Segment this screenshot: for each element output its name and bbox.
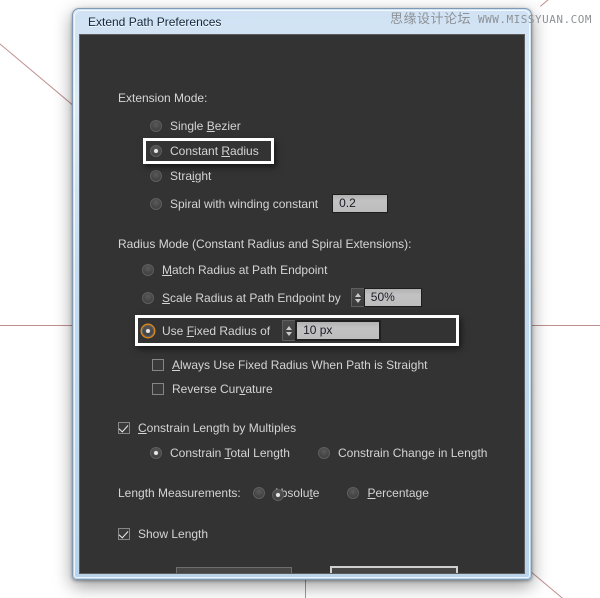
spinner-down-arrow-icon[interactable] [286,331,293,336]
radio-row-constant-radius[interactable]: Constant Radius [150,144,259,158]
radio-row-use-fixed-radius[interactable]: Use Fixed Radius of 10 px [142,320,382,341]
checkbox-row-always-use-fixed-radius[interactable]: Always Use Fixed Radius When Path is Str… [152,358,427,372]
radio-label-use-fixed-radius: Use Fixed Radius of [162,323,271,338]
radio-label-constant-radius: Constant Radius [170,144,259,158]
checkbox-reverse-curvature-icon[interactable] [152,383,164,395]
radio-row-spiral-winding-constant[interactable]: Spiral with winding constant 0.2 [150,194,389,213]
checkbox-label-reverse-curvature: Reverse Curvature [172,382,273,396]
radio-row-constrain-change-in-length[interactable]: Constrain Change in Length [318,446,487,460]
radio-label-match-radius: Match Radius at Path Endpoint [162,263,328,277]
radio-use-fixed-radius-icon[interactable] [142,324,154,337]
radio-match-radius-icon[interactable] [142,264,154,276]
radio-label-spiral-winding-constant: Spiral with winding constant [170,196,319,211]
radio-label-scale-radius: Scale Radius at Path Endpoint by [162,290,341,305]
checkbox-row-show-length[interactable]: Show Length [118,527,208,541]
radio-row-constrain-total-length[interactable]: Constrain Total Length [150,446,290,460]
scale-radius-input[interactable]: 50% [363,288,422,307]
extension-mode-group-label: Extension Mode: [118,91,208,105]
cancel-button-label: Cancel [215,572,252,573]
diagonal-guide-line-top-right [540,0,600,7]
window-title: Extend Path Preferences [88,14,222,29]
radius-mode-group-label: Radius Mode (Constant Radius and Spiral … [118,237,412,251]
length-measurements-label: Length Measurements: [118,486,241,500]
spinner-up-arrow-icon[interactable] [286,325,293,330]
radio-row-scale-radius[interactable]: Scale Radius at Path Endpoint by 50% [142,288,422,307]
spinner-down-arrow-icon[interactable] [354,298,361,303]
radio-single-bezier-icon[interactable] [150,120,162,132]
radio-constant-radius-icon[interactable] [150,145,162,157]
fixed-radius-input[interactable]: 10 px [295,320,382,341]
watermark-url-text: WWW.MISSYUAN.COM [478,13,592,26]
checkbox-label-constrain-length-by-multiples: Constrain Length by Multiples [138,421,297,435]
diagonal-guide-line-bottom-right [531,572,600,598]
radio-row-match-radius[interactable]: Match Radius at Path Endpoint [142,263,327,277]
checkbox-row-reverse-curvature[interactable]: Reverse Curvature [152,382,273,396]
extend-path-preferences-window: Extend Path Preferences Extension Mode: … [72,8,532,580]
radio-constrain-total-length-icon[interactable] [150,447,162,459]
radio-label-percentage: Percentage [367,486,429,500]
cancel-button[interactable]: Cancel [176,567,292,573]
radio-label-single-bezier: Single Bezier [170,119,241,133]
fixed-radius-spinner-buttons[interactable] [282,320,296,341]
forum-watermark: 思缘设计论坛 WWW.MISSYUAN.COM [390,8,592,27]
radio-absolute-icon[interactable] [252,487,265,499]
fixed-radius-spinner-group[interactable]: 10 px [282,320,382,341]
radio-percentage-icon[interactable] [347,487,360,499]
radio-label-constrain-change-in-length: Constrain Change in Length [338,446,488,460]
ok-button-label: OK [385,571,402,573]
checkbox-always-use-fixed-radius-icon[interactable] [152,359,164,371]
scale-radius-spinner-buttons[interactable] [350,288,364,307]
checkbox-show-length-icon[interactable] [118,528,130,540]
radio-constrain-change-in-length-icon[interactable] [318,447,330,459]
radio-row-single-bezier[interactable]: Single Bezier [150,119,241,133]
radio-straight-icon[interactable] [150,170,162,182]
ok-button[interactable]: OK [330,566,458,573]
radio-spiral-winding-constant-icon[interactable] [150,197,162,210]
spiral-winding-constant-input[interactable]: 0.2 [332,194,389,213]
radio-absolute-selected-dot[interactable] [272,489,284,501]
dialog-body: Extension Mode: Single Bezier Constant R… [79,34,525,574]
checkbox-constrain-length-by-multiples-icon[interactable] [118,422,130,434]
radio-scale-radius-icon[interactable] [142,291,154,304]
checkbox-row-constrain-length-by-multiples[interactable]: Constrain Length by Multiples [118,421,296,435]
scale-radius-spinner-group[interactable]: 50% [350,288,422,307]
radio-row-straight[interactable]: Straight [150,169,211,183]
radio-label-straight: Straight [170,169,212,183]
checkbox-label-always-use-fixed-radius: Always Use Fixed Radius When Path is Str… [172,358,428,372]
radio-label-constrain-total-length: Constrain Total Length [170,446,290,460]
spinner-up-arrow-icon[interactable] [354,292,361,297]
watermark-chinese-text: 思缘设计论坛 [390,12,472,27]
checkbox-label-show-length: Show Length [138,527,209,541]
